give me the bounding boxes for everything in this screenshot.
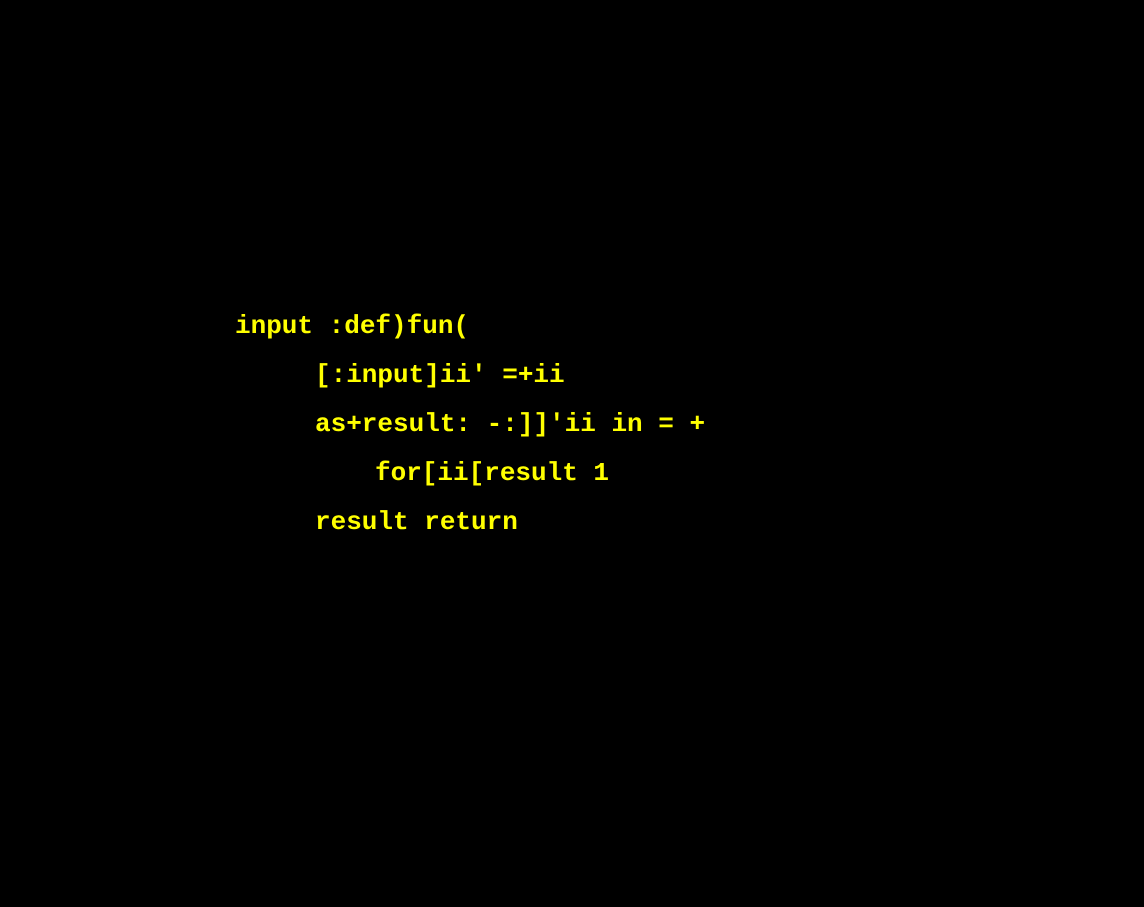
code-line-3: as+result: -:]]'ii in = + [315,409,706,439]
code-line-5: result return [315,507,518,537]
code-line-2: [:input]ii' =+ii [315,360,565,390]
code-line-1: input :def)fun( [235,311,470,341]
code-block: input :def)fun( [:input]ii' =+ii as+resu… [0,0,1144,907]
code-line-4: for[ii[result 1 [375,458,610,488]
